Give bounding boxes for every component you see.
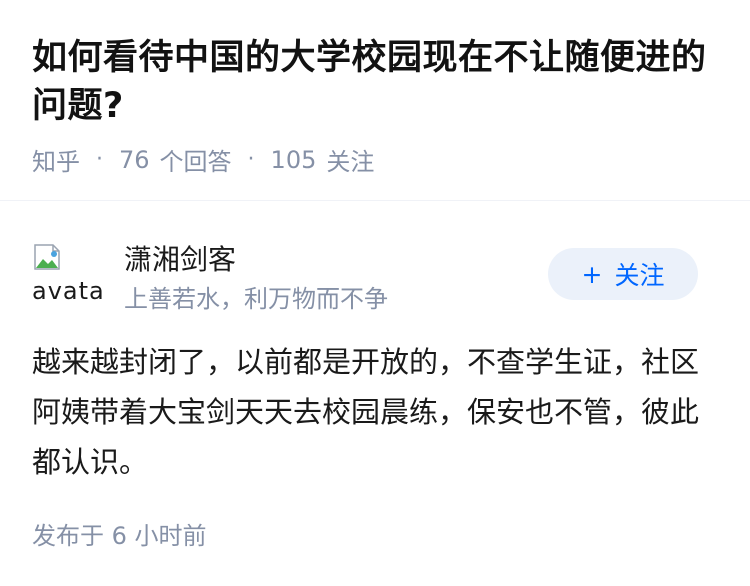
answer-content[interactable]: 越来越封闭了，以前都是开放的，不查学生证，社区阿姨带着大宝剑天天去校园晨练，保安… xyxy=(32,337,720,487)
source-label: 知乎 xyxy=(32,148,80,176)
avatar-alt-text: avatar xyxy=(32,277,102,305)
follow-button[interactable]: + 关注 xyxy=(548,248,698,300)
author-row: avatar 潇湘剑客 上善若水，利万物而不争 + 关注 xyxy=(0,200,750,313)
avatar[interactable]: avatar xyxy=(32,240,102,310)
broken-image-icon xyxy=(34,244,60,270)
answer-card: avatar 潇湘剑客 上善若水，利万物而不争 + 关注 越来越封闭了，以前都是… xyxy=(0,200,750,550)
meta-separator: · xyxy=(247,147,255,172)
plus-icon: + xyxy=(581,259,603,289)
author-name[interactable]: 潇湘剑客 xyxy=(124,238,236,278)
followers-label: 关注 xyxy=(326,148,375,176)
question-title[interactable]: 如何看待中国的大学校园现在不让随便进的问题? xyxy=(32,34,722,130)
answers-count: 76 xyxy=(119,145,150,174)
answers-label: 个回答 xyxy=(159,148,232,176)
follow-button-label: 关注 xyxy=(614,261,665,290)
followers-count: 105 xyxy=(270,145,317,174)
question-meta: 知乎 · 76 个回答 · 105 关注 xyxy=(32,142,718,177)
meta-separator: · xyxy=(96,147,103,172)
publish-time: 发布于 6 小时前 xyxy=(32,522,207,550)
question-header: 如何看待中国的大学校园现在不让随便进的问题? 知乎 · 76 个回答 · 105… xyxy=(0,0,750,176)
author-bio: 上善若水，利万物而不争 xyxy=(124,285,388,313)
